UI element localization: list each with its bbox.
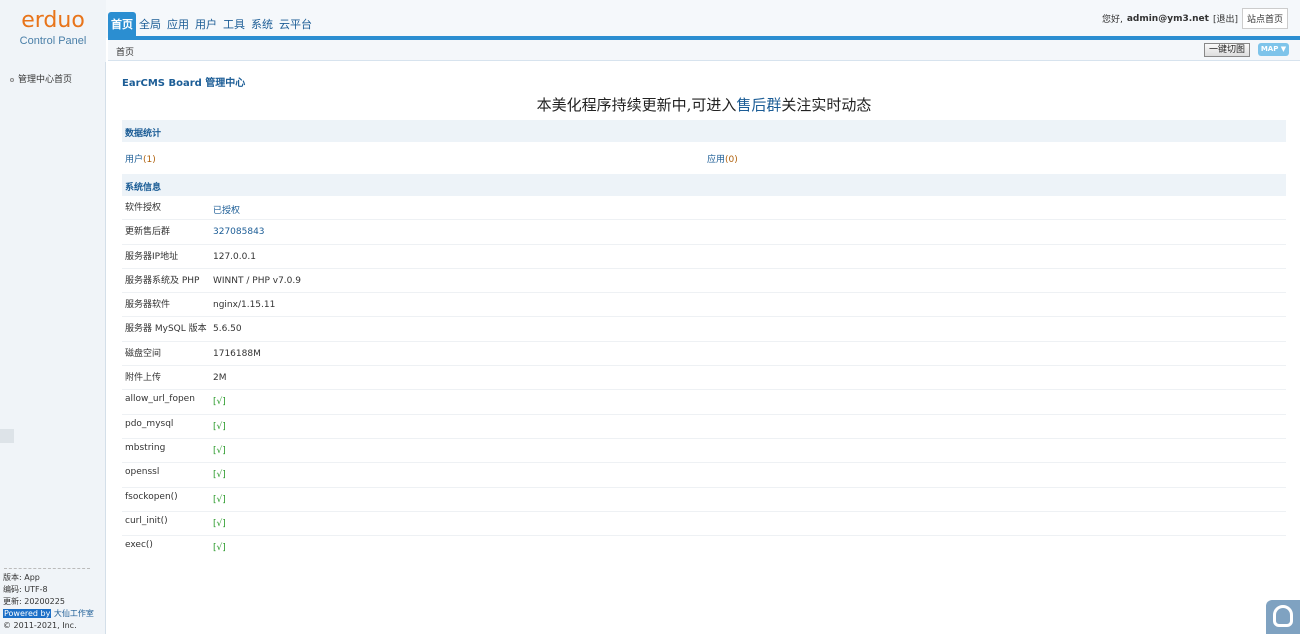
- table-row: fsockopen() [√]: [122, 488, 1286, 512]
- table-row: 更新售后群 327085843: [122, 220, 1286, 245]
- logo[interactable]: erduo Control Panel: [0, 0, 106, 62]
- row-key: 服务器系统及 PHP: [125, 275, 200, 286]
- row-key: mbstring: [125, 442, 166, 453]
- sidebar-footer: 版本: App 编码: UTF-8 更新: 20200225 Powered b…: [3, 572, 94, 632]
- announcement-banner: 本美化程序持续更新中,可进入售后群关注实时动态: [108, 94, 1300, 115]
- row-value: 127.0.0.1: [213, 251, 256, 262]
- row-key: 服务器IP地址: [125, 251, 179, 262]
- row-key: allow_url_fopen: [125, 394, 195, 405]
- studio-link[interactable]: 大仙工作室: [54, 609, 94, 618]
- powered-by: Powered by 大仙工作室: [3, 608, 94, 620]
- breadcrumb-bar: 首页 一键切图 MAP ▼: [108, 40, 1300, 61]
- breadcrumb: 首页: [116, 48, 135, 58]
- table-row: 服务器系统及 PHP WINNT / PHP v7.0.9: [122, 269, 1286, 294]
- row-value: [√]: [213, 397, 226, 408]
- sysinfo-heading: 系统信息: [122, 174, 1286, 196]
- table-row: 磁盘空间 1716188M: [122, 342, 1286, 367]
- row-key: curl_init(): [125, 515, 168, 526]
- table-row: allow_url_fopen [√]: [122, 390, 1286, 415]
- row-key: fsockopen(): [125, 491, 178, 502]
- row-value: [√]: [213, 494, 226, 505]
- bullet-icon: [10, 77, 14, 82]
- row-value: [√]: [213, 543, 226, 554]
- tab-home[interactable]: 首页: [108, 12, 136, 38]
- row-key: 服务器软件: [125, 300, 171, 311]
- table-row: 附件上传 2M: [122, 366, 1286, 391]
- table-row: 服务器IP地址 127.0.0.1: [122, 245, 1286, 269]
- row-key: 附件上传: [125, 373, 162, 384]
- logo-brand: erduo: [21, 8, 85, 33]
- row-key: pdo_mysql: [125, 418, 174, 429]
- encoding-text: 编码: UTF-8: [3, 585, 48, 594]
- row-value: nginx/1.15.11: [213, 300, 276, 311]
- chat-button[interactable]: [1266, 600, 1300, 634]
- stats-heading: 数据统计: [122, 120, 1286, 142]
- tab-users[interactable]: 用户: [192, 18, 220, 38]
- sidebar: 管理中心首页 版本: App 编码: UTF-8 更新: 20200225 Po…: [0, 62, 106, 634]
- row-value[interactable]: 已授权: [213, 203, 240, 216]
- users-count: (1): [143, 155, 156, 165]
- tab-system[interactable]: 系统: [248, 18, 276, 38]
- users-label: 用户: [125, 155, 144, 165]
- greeting: 您好,: [1101, 15, 1123, 25]
- page-title: EarCMS Board 管理中心: [122, 78, 246, 89]
- user-area: 您好, admin@ym3.net [退出] 站点首页: [1102, 8, 1288, 29]
- tab-global[interactable]: 全局: [136, 18, 164, 38]
- stats-row: 用户(1) 应用(0): [122, 146, 1286, 168]
- site-home-button[interactable]: 站点首页: [1241, 8, 1288, 29]
- username: admin@ym3.net: [1126, 13, 1209, 24]
- sidebar-toggle-handle[interactable]: [0, 429, 14, 443]
- map-button[interactable]: MAP ▼: [1258, 43, 1289, 56]
- apps-stat-link[interactable]: 应用(0): [707, 152, 738, 165]
- logo-subtitle: Control Panel: [19, 35, 87, 47]
- table-row: mbstring [√]: [122, 439, 1286, 464]
- row-key: openssl: [125, 467, 160, 478]
- apps-count: (0): [725, 155, 738, 165]
- row-key: 软件授权: [125, 203, 162, 213]
- banner-text-pre: 本美化程序持续更新中,可进入: [536, 96, 737, 114]
- apps-label: 应用: [707, 155, 726, 165]
- one-key-switch-button[interactable]: 一键切图: [1203, 43, 1250, 57]
- updated-text: 更新: 20200225: [3, 597, 65, 606]
- row-key: 磁盘空间: [125, 348, 162, 359]
- table-row: 软件授权 已授权: [122, 196, 1286, 221]
- row-value: [√]: [213, 421, 226, 432]
- sidebar-item-label: 管理中心首页: [18, 75, 73, 85]
- table-row: pdo_mysql [√]: [122, 415, 1286, 439]
- tab-cloud[interactable]: 云平台: [276, 18, 315, 38]
- row-value[interactable]: 327085843: [213, 227, 265, 237]
- banner-text-post: 关注实时动态: [781, 96, 872, 114]
- row-value: [√]: [213, 518, 226, 529]
- powered-by-label: Powered by: [3, 609, 52, 618]
- top-nav: 首页 全局 应用 用户 工具 系统 云平台: [108, 10, 315, 38]
- row-value: 5.6.50: [213, 324, 242, 335]
- users-stat-link[interactable]: 用户(1): [125, 152, 156, 165]
- row-value: WINNT / PHP v7.0.9: [213, 275, 301, 286]
- sidebar-divider: [4, 568, 90, 569]
- row-value: [√]: [213, 445, 226, 456]
- table-row: openssl [√]: [122, 463, 1286, 488]
- sysinfo-table: 软件授权 已授权 更新售后群 327085843 服务器IP地址 127.0.0.1 服务器…: [122, 196, 1286, 560]
- row-value: 2M: [213, 373, 227, 384]
- avatar-icon: [1273, 605, 1293, 627]
- sidebar-item-home[interactable]: 管理中心首页: [10, 72, 72, 85]
- row-value: [√]: [213, 470, 226, 481]
- table-row: 服务器 MySQL 版本 5.6.50: [122, 317, 1286, 342]
- row-key: exec(): [125, 540, 153, 551]
- main-content: EarCMS Board 管理中心 本美化程序持续更新中,可进入售后群关注实时动…: [108, 62, 1300, 634]
- copyright-text: © 2011-2021, Inc.: [3, 621, 77, 630]
- table-row: exec() [√]: [122, 536, 1286, 560]
- tab-apps[interactable]: 应用: [164, 18, 192, 38]
- row-value: 1716188M: [213, 348, 261, 359]
- table-row: curl_init() [√]: [122, 512, 1286, 537]
- tab-tools[interactable]: 工具: [220, 18, 248, 38]
- logout-link[interactable]: [退出]: [1213, 12, 1238, 25]
- row-key: 更新售后群: [125, 227, 171, 238]
- row-key: 服务器 MySQL 版本: [125, 324, 207, 335]
- table-row: 服务器软件 nginx/1.15.11: [122, 293, 1286, 318]
- banner-highlight: 售后群: [736, 96, 782, 114]
- version-text: 版本: App: [3, 573, 40, 582]
